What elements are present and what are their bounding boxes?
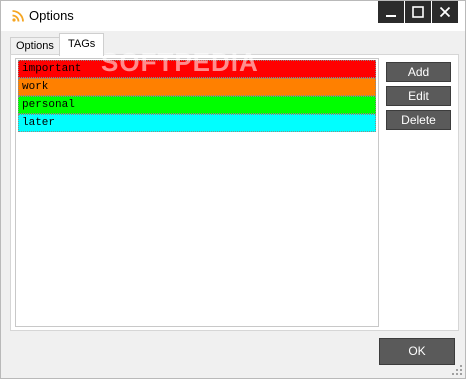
tags-panel: important work personal later Add Edit D… bbox=[10, 54, 459, 331]
tag-item-work[interactable]: work bbox=[18, 78, 376, 96]
close-icon bbox=[439, 6, 451, 18]
rss-icon bbox=[12, 10, 24, 22]
delete-button[interactable]: Delete bbox=[386, 110, 451, 130]
add-button[interactable]: Add bbox=[386, 62, 451, 82]
tag-item-personal[interactable]: personal bbox=[18, 96, 376, 114]
tab-options[interactable]: Options bbox=[10, 37, 60, 54]
resize-grip-icon[interactable] bbox=[452, 365, 462, 375]
window-title: Options bbox=[29, 8, 74, 23]
ok-button[interactable]: OK bbox=[379, 338, 455, 365]
tags-list[interactable]: important work personal later bbox=[15, 58, 379, 327]
close-button[interactable] bbox=[432, 1, 458, 23]
minimize-icon bbox=[386, 15, 396, 17]
tag-item-important[interactable]: important bbox=[18, 60, 376, 78]
options-window: Options Options TAGs important work pers… bbox=[0, 0, 466, 379]
maximize-icon bbox=[412, 6, 424, 18]
edit-button[interactable]: Edit bbox=[386, 86, 451, 106]
maximize-button[interactable] bbox=[405, 1, 431, 23]
tab-tags[interactable]: TAGs bbox=[59, 33, 105, 56]
tag-item-later[interactable]: later bbox=[18, 114, 376, 132]
minimize-button[interactable] bbox=[378, 1, 404, 23]
title-bar[interactable]: Options bbox=[1, 1, 465, 31]
